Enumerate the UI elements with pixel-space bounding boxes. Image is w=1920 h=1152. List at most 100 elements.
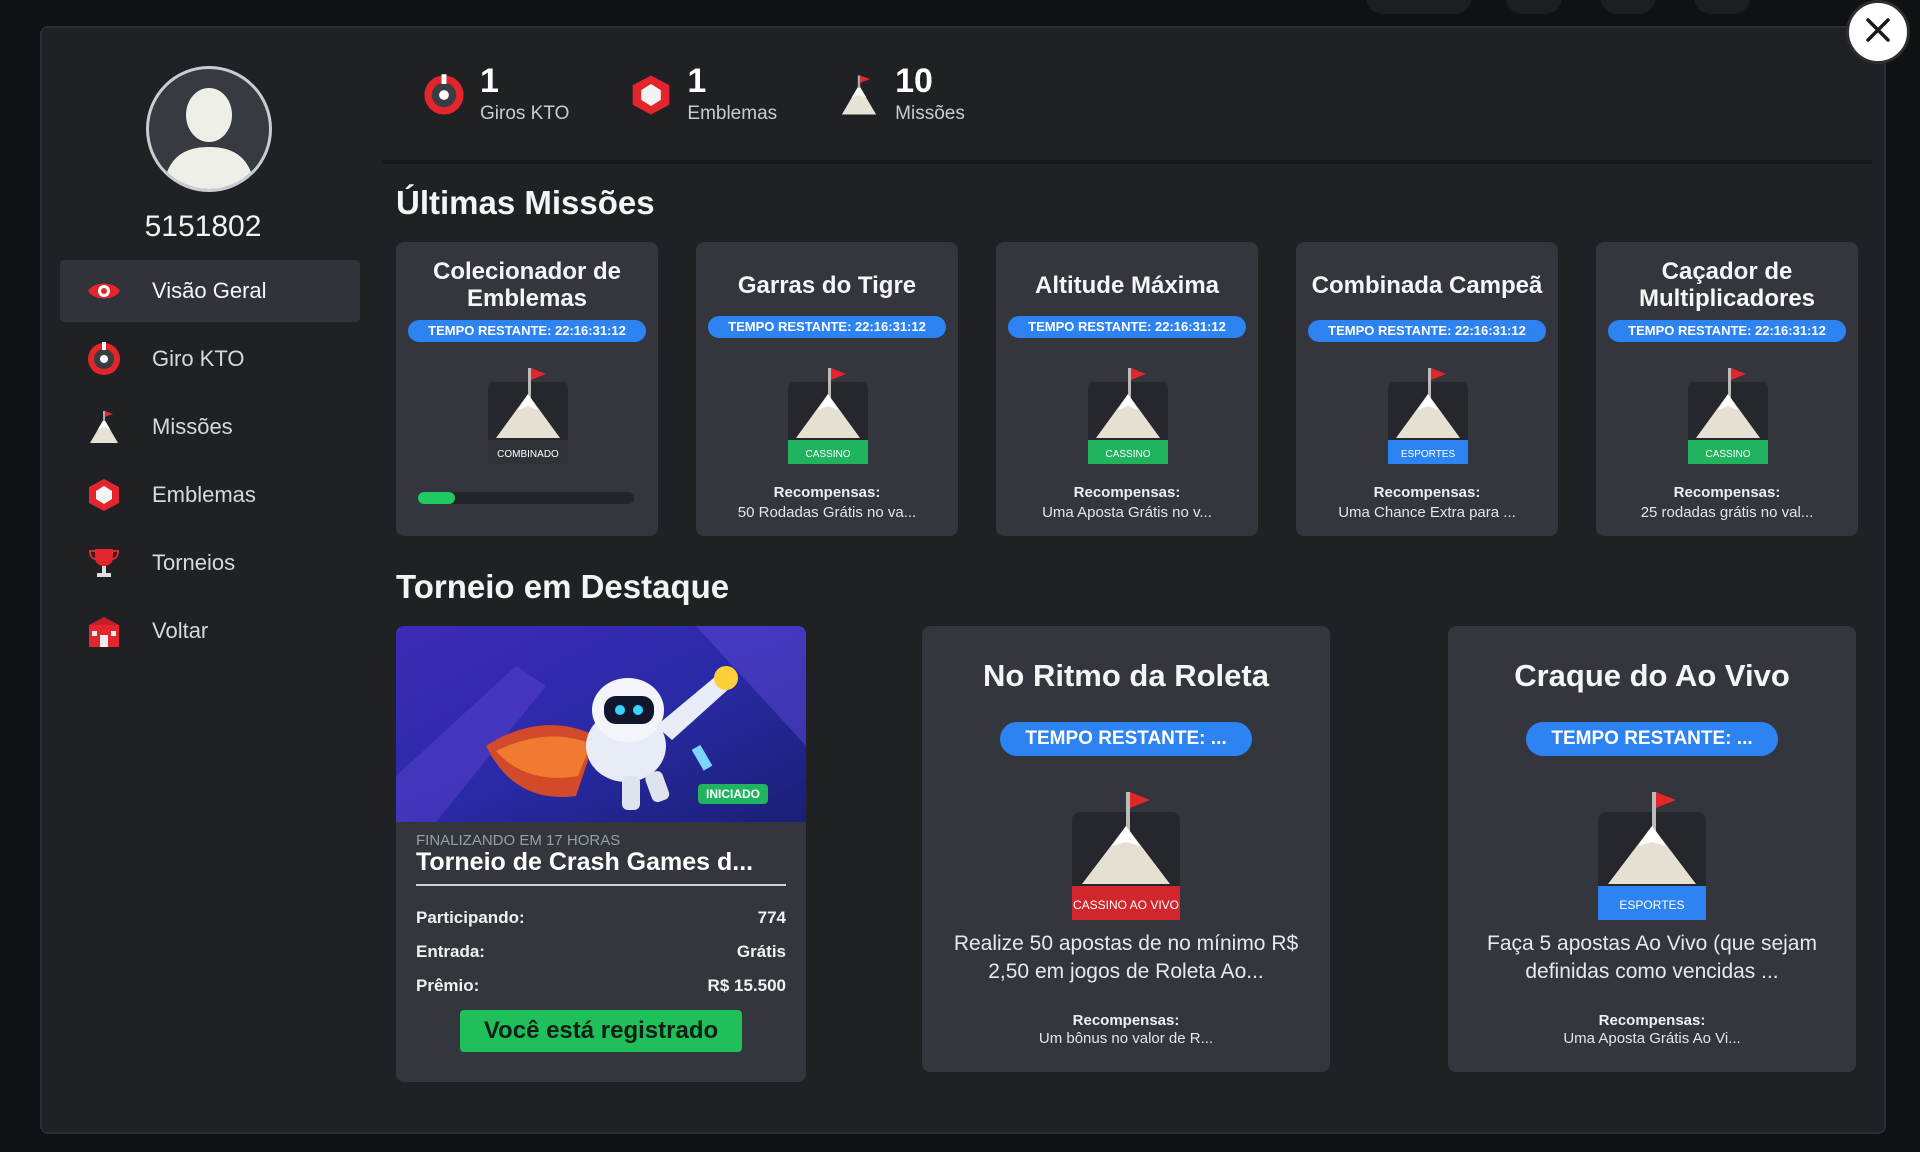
stat-value: 1 xyxy=(687,62,707,100)
close-button[interactable] xyxy=(1846,0,1910,64)
mission-timer-badge: TEMPO RESTANTE: 22:16:31:12 xyxy=(1608,320,1846,342)
mission-title: Combinada Campeã xyxy=(1311,271,1543,299)
mission-rewards-label: Recompensas: xyxy=(1073,484,1181,501)
tournament-rewards-label: Recompensas: xyxy=(1598,1012,1706,1029)
mission-title: Garras do Tigre xyxy=(737,271,917,299)
sidebar-item-emblemas[interactable]: Emblemas xyxy=(60,464,360,526)
mission-mountain-icon: CASSINO xyxy=(1088,368,1168,464)
emblem-icon xyxy=(629,73,673,117)
tournament-name: Torneio de Crash Games d... xyxy=(416,848,754,876)
tournament-status-badge: INICIADO xyxy=(698,784,768,804)
mission-timer-badge: TEMPO RESTANTE: 22:16:31:12 xyxy=(408,320,646,342)
mission-progress-fill xyxy=(418,492,455,504)
close-icon xyxy=(1864,16,1892,49)
mission-category-tag: COMBINADO xyxy=(497,449,559,460)
mission-category-tag: CASSINO xyxy=(805,449,850,460)
stat-emblemas: 1 Emblemas xyxy=(629,63,777,125)
tournament-timer-badge: TEMPO RESTANTE: ... xyxy=(1000,722,1252,756)
mission-title: Caçador de Multiplicadores xyxy=(1638,258,1816,312)
tournament-info-row: Prêmio: R$ 15.500 xyxy=(416,976,786,996)
tournament-title: Craque do Ao Vivo xyxy=(1514,658,1790,693)
mission-category-tag: ESPORTES xyxy=(1401,449,1456,460)
mission-title: Altitude Máxima xyxy=(1034,271,1220,299)
sidebar-item-label: Visão Geral xyxy=(152,278,267,303)
mission-timer-badge: TEMPO RESTANTE: 22:16:31:12 xyxy=(708,316,946,338)
sidebar-item-giro-kto[interactable]: Giro KTO xyxy=(60,328,360,390)
sidebar-item-voltar[interactable]: Voltar xyxy=(60,600,360,662)
sidebar-item-visao-geral[interactable]: Visão Geral xyxy=(60,260,360,322)
stat-label: Emblemas xyxy=(687,103,778,124)
sidebar-nav: Visão Geral Giro KTO Missões Emblemas To… xyxy=(60,260,360,668)
tournament-category-tag: CASSINO AO VIVO xyxy=(1073,898,1179,912)
mission-reward-text: 25 rodadas grátis no val... xyxy=(1640,504,1814,521)
stat-label: Missões xyxy=(895,103,965,124)
mission-card[interactable]: Colecionador de Emblemas TEMPO RESTANTE:… xyxy=(396,242,658,536)
missions-section-title: Últimas Missões xyxy=(396,184,655,221)
sidebar-item-label: Missões xyxy=(152,414,233,439)
mission-card[interactable]: Caçador de Multiplicadores TEMPO RESTANT… xyxy=(1596,242,1858,536)
tournament-timer-badge: TEMPO RESTANTE: ... xyxy=(1526,722,1778,756)
mission-reward-text: Uma Chance Extra para ... xyxy=(1338,504,1516,521)
mission-card[interactable]: Combinada Campeã TEMPO RESTANTE: 22:16:3… xyxy=(1296,242,1558,536)
stat-label: Giros KTO xyxy=(480,103,570,124)
tournament-info-row: Entrada: Grátis xyxy=(416,942,786,962)
mission-timer-badge: TEMPO RESTANTE: 22:16:31:12 xyxy=(1008,316,1246,338)
mission-card[interactable]: Altitude Máxima TEMPO RESTANTE: 22:16:31… xyxy=(996,242,1258,536)
mission-reward-text: Uma Aposta Grátis no v... xyxy=(1042,504,1212,521)
mission-title: Colecionador de Emblemas xyxy=(432,258,622,312)
tournament-title: No Ritmo da Roleta xyxy=(983,658,1269,693)
avatar xyxy=(146,66,272,192)
mission-rewards-label: Recompensas: xyxy=(1373,484,1481,501)
mountain-flag-icon xyxy=(84,407,124,447)
mission-rewards-label: Recompensas: xyxy=(773,484,881,501)
mission-progress-bar xyxy=(418,492,634,504)
stats-bar: 1 Giros KTO 1 Emblemas 10 Missões xyxy=(382,28,1872,164)
tournament-reward-text: Uma Aposta Grátis Ao Vi... xyxy=(1563,1030,1741,1047)
mission-mountain-icon: COMBINADO xyxy=(488,368,568,464)
player-dashboard-modal: 5151802 Visão Geral Giro KTO Missões Emb… xyxy=(42,28,1884,1132)
tournament-mountain-icon: CASSINO AO VIVO xyxy=(1072,792,1180,920)
wheel-icon xyxy=(84,339,124,379)
emblem-icon xyxy=(84,475,124,515)
trophy-icon xyxy=(84,543,124,583)
info-label: Prêmio: xyxy=(416,976,480,995)
tournament-card[interactable]: Craque do Ao Vivo TEMPO RESTANTE: ... ES… xyxy=(1448,626,1856,1072)
mission-category-tag: CASSINO xyxy=(1705,449,1750,460)
sidebar-item-label: Voltar xyxy=(152,618,209,643)
stat-value: 1 xyxy=(480,62,499,100)
background-pill xyxy=(1366,0,1472,14)
mountain-flag-icon xyxy=(837,73,881,117)
tournament-section-title: Torneio em Destaque xyxy=(396,568,730,605)
registered-button[interactable]: Você está registrado xyxy=(460,1010,742,1052)
info-label: Entrada: xyxy=(416,942,485,961)
sidebar-item-label: Emblemas xyxy=(152,482,256,507)
casino-building-icon xyxy=(84,611,124,651)
featured-tournament-card[interactable]: INICIADO FINALIZANDO EM 17 HORAS Torneio… xyxy=(396,626,806,1082)
tournament-category-tag: ESPORTES xyxy=(1619,898,1684,912)
tournament-mountain-icon: ESPORTES xyxy=(1598,792,1706,920)
tournament-description: Faça 5 apostas Ao Vivo (que sejam defini… xyxy=(1487,932,1817,983)
stat-giros-kto: 1 Giros KTO xyxy=(422,63,569,125)
info-value: Grátis xyxy=(736,942,786,961)
tournament-subtitle: FINALIZANDO EM 17 HORAS xyxy=(416,832,621,849)
tournament-description: Realize 50 apostas de no mínimo R$ 2,50 … xyxy=(953,932,1299,983)
divider xyxy=(416,884,786,886)
mission-card[interactable]: Garras do Tigre TEMPO RESTANTE: 22:16:31… xyxy=(696,242,958,536)
stat-value: 10 xyxy=(895,62,933,100)
mission-mountain-icon: CASSINO xyxy=(1688,368,1768,464)
tournament-rewards-label: Recompensas: xyxy=(1072,1012,1180,1029)
sidebar-item-torneios[interactable]: Torneios xyxy=(60,532,360,594)
mission-category-tag: CASSINO xyxy=(1105,449,1150,460)
stat-missoes: 10 Missões xyxy=(837,63,965,125)
sidebar: 5151802 Visão Geral Giro KTO Missões Emb… xyxy=(42,28,364,1132)
username: 5151802 xyxy=(144,210,262,243)
tournament-reward-text: Um bônus no valor de R... xyxy=(1038,1030,1214,1047)
info-label: Participando: xyxy=(416,908,525,927)
mission-mountain-icon: CASSINO xyxy=(788,368,868,464)
sidebar-item-label: Torneios xyxy=(152,550,236,575)
sidebar-item-missoes[interactable]: Missões xyxy=(60,396,360,458)
info-value: R$ 15.500 xyxy=(707,976,786,995)
info-value: 774 xyxy=(757,908,786,927)
tournament-card[interactable]: No Ritmo da Roleta TEMPO RESTANTE: ... C… xyxy=(922,626,1330,1072)
mission-timer-badge: TEMPO RESTANTE: 22:16:31:12 xyxy=(1308,320,1546,342)
